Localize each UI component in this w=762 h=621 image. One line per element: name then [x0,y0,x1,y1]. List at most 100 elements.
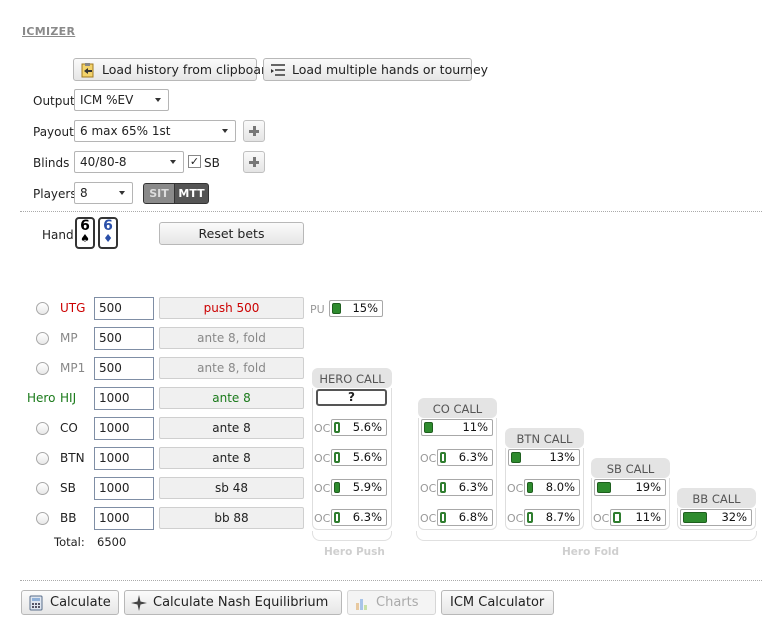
hero-call-value[interactable]: ? [316,389,387,406]
position-bb: BB [60,511,77,525]
percent-value: 5.6% [352,420,382,434]
co-call-header: CO CALL [432,402,483,416]
action-button-co[interactable]: ante 8 [159,417,304,439]
output-value: ICM %EV [80,93,134,107]
co-call-percent[interactable]: 11% [421,419,493,436]
hero-push-group-label: Hero Push [324,546,385,558]
chevron-down-icon [222,129,228,133]
blinds-value: 40/80-8 [80,155,127,169]
icm-calculator-label: ICM Calculator [450,595,545,610]
equity-bar [613,512,621,523]
sit-toggle[interactable]: SIT [144,184,175,203]
calculate-button[interactable]: Calculate [21,590,119,615]
oc-label: OC [314,422,331,435]
percent-value: 6.8% [458,510,488,524]
player-radio-mp1[interactable] [36,362,49,375]
percent-value: 32% [721,510,747,524]
co-call-sb-percent[interactable]: 6.3% [437,479,493,496]
btn-call-bb-percent[interactable]: 8.7% [524,509,580,526]
equity-bar [440,482,446,493]
hero-call-bb-percent[interactable]: 6.3% [331,509,387,526]
hand-card-1[interactable]: 6 ♠ [75,217,95,249]
stack-input-btn[interactable]: 1000 [94,447,154,470]
oc-label: OC [420,482,437,495]
sb-call-percent[interactable]: 19% [594,479,666,496]
sb-call-bb-percent[interactable]: 11% [610,509,666,526]
app-title[interactable]: ICMIZER [22,25,75,38]
co-call-bb-percent[interactable]: 6.8% [437,509,493,526]
action-button-bb[interactable]: bb 88 [159,507,304,529]
add-blinds-button[interactable] [243,151,265,173]
stack-input-sb[interactable]: 1000 [94,477,154,500]
output-select[interactable]: ICM %EV [74,89,169,111]
btn-call-sb-percent[interactable]: 8.0% [524,479,580,496]
stack-input-mp1[interactable]: 500 [94,357,154,380]
oc-label: OC [314,512,331,525]
mtt-toggle[interactable]: MTT [175,184,208,203]
chevron-down-icon [155,98,161,102]
add-payout-button[interactable] [243,120,265,142]
payout-select[interactable]: 6 max 65% 1st [74,120,236,142]
equity-bar [440,452,446,463]
percent-value: 6.3% [458,480,488,494]
btn-call-percent[interactable]: 13% [508,449,580,466]
hand-label: Hand [42,228,74,242]
oc-label: OC [507,512,524,525]
oc-label: OC [314,482,331,495]
player-radio-bb[interactable] [36,512,49,525]
players-select[interactable]: 8 [74,182,133,204]
hero-call-btn-percent[interactable]: 5.6% [331,449,387,466]
oc-label: OC [507,482,524,495]
divider [20,580,762,581]
stack-input-co[interactable]: 1000 [94,417,154,440]
sb-checkbox[interactable]: ✓ [188,155,201,168]
load-history-button[interactable]: Load history from clipboard [73,58,274,81]
players-value: 8 [80,186,88,200]
clipboard-icon [80,62,96,78]
stack-input-utg[interactable]: 500 [94,297,154,320]
pu-value: 15% [352,301,378,315]
reset-bets-button[interactable]: Reset bets [159,222,304,245]
action-button-hij[interactable]: ante 8 [159,387,304,409]
player-radio-mp[interactable] [36,332,49,345]
position-utg: UTG [60,301,86,315]
bb-call-percent[interactable]: 32% [680,509,752,526]
action-button-utg[interactable]: push 500 [159,297,304,319]
icm-calculator-button[interactable]: ICM Calculator [441,590,554,615]
player-radio-sb[interactable] [36,482,49,495]
action-button-mp[interactable]: ante 8, fold [159,327,304,349]
action-button-mp1[interactable]: ante 8, fold [159,357,304,379]
payout-label: Payout [33,125,74,139]
calculate-label: Calculate [50,595,111,610]
equity-bar [334,512,340,523]
percent-value: 11% [635,510,661,524]
player-radio-utg[interactable] [36,302,49,315]
tournament-type-toggle[interactable]: SIT MTT [143,183,209,204]
equity-bar [334,422,340,433]
spade-icon: ♠ [80,232,90,245]
blinds-select[interactable]: 40/80-8 [74,151,184,173]
btn-call-header: BTN CALL [516,432,573,446]
percent-value: 8.7% [545,510,575,524]
oc-label: OC [420,452,437,465]
pu-percent[interactable]: 15% [329,300,383,317]
load-multiple-button[interactable]: Load multiple hands or tourney [263,58,488,81]
stack-input-mp[interactable]: 500 [94,327,154,350]
stack-input-hij[interactable]: 1000 [94,387,154,410]
charts-button[interactable]: Charts [347,590,436,615]
equity-bar [683,512,707,523]
player-radio-btn[interactable] [36,452,49,465]
action-button-btn[interactable]: ante 8 [159,447,304,469]
co-call-btn-percent[interactable]: 6.3% [437,449,493,466]
pu-label: PU [310,303,325,316]
stack-input-bb[interactable]: 1000 [94,507,154,530]
action-button-sb[interactable]: sb 48 [159,477,304,499]
player-radio-co[interactable] [36,422,49,435]
position-co: CO [60,421,78,435]
hero-call-co-percent[interactable]: 5.6% [331,419,387,436]
equity-bar [527,482,533,493]
calculate-nash-button[interactable]: Calculate Nash Equilibrium [124,590,342,615]
oc-label: OC [420,512,437,525]
hand-card-2[interactable]: 6 ♦ [98,217,118,249]
hero-call-sb-percent[interactable]: 5.9% [331,479,387,496]
